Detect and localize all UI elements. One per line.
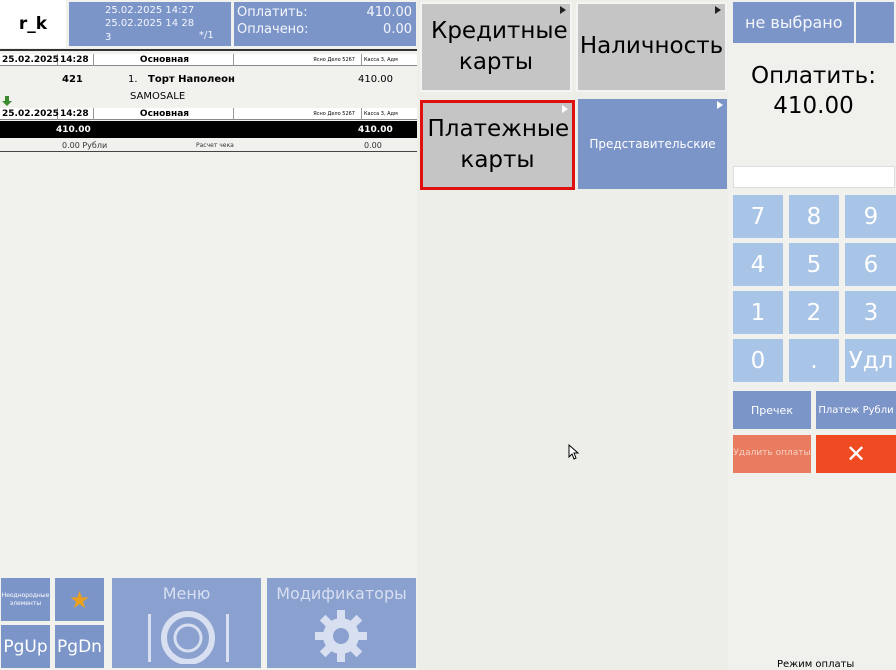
block-meta: Ясно Дело 5267: [234, 107, 362, 120]
gear-icon: [313, 608, 369, 668]
submenu-arrow-icon: [715, 6, 721, 14]
favorites-button[interactable]: ★: [55, 578, 104, 621]
menu-button[interactable]: Меню: [112, 578, 261, 668]
payment-cards-label: Платежные карты: [427, 115, 570, 173]
block-meta2: Касса 3, Адм: [364, 110, 398, 117]
guest-count: 3: [105, 32, 112, 43]
total-right: 410.00: [358, 124, 393, 135]
order-block-header: 25.02.2025 14:28 Основная Ясно Дело 5267…: [0, 53, 417, 66]
item-name: Торт Наполеон: [148, 73, 235, 85]
modifiers-button[interactable]: Модификаторы: [267, 578, 416, 668]
delete-payments-button[interactable]: Удалить оплаты: [733, 435, 811, 473]
pgup-button[interactable]: PgUp: [1, 625, 50, 668]
pgdn-button[interactable]: PgDn: [55, 625, 104, 668]
numpad-key[interactable]: 3: [845, 291, 896, 334]
calc-right: 0.00: [364, 141, 382, 150]
star-icon: ★: [68, 585, 91, 614]
paid-value: 0.00: [383, 22, 412, 37]
block-date: 25.02.2025: [2, 53, 59, 66]
block-time: 14:28: [58, 53, 94, 66]
calc-row: 0.00 Рубли Расчет чека 0.00: [0, 140, 417, 152]
open-time: 25.02.2025 14:27: [105, 5, 195, 16]
submenu-arrow-icon: [560, 6, 566, 14]
right-pay-box: Оплатить: 410.00: [733, 62, 894, 122]
order-info-box: 25.02.2025 14:27 25.02.2025 14 28 3 */1: [69, 2, 231, 46]
right-pay-amount: 410.00: [773, 92, 854, 119]
menu-label: Меню: [162, 584, 211, 603]
order-total-row: 410.00 410.00: [0, 121, 417, 138]
item-price: 410.00: [358, 73, 393, 85]
submenu-arrow-icon: [562, 105, 568, 113]
calc-left: 0.00 Рубли: [62, 141, 108, 150]
pay-value: 410.00: [366, 5, 413, 20]
cursor-icon: [568, 443, 580, 464]
item-modifier: SAMOSALE: [130, 91, 186, 102]
right-pay-label: Оплатить:: [751, 63, 876, 89]
precheck-button[interactable]: Пречек: [733, 391, 811, 429]
cash-button[interactable]: Наличность: [576, 2, 727, 92]
mode-label: Режим оплаты: [777, 659, 855, 670]
payment-cards-button[interactable]: Платежные карты: [420, 100, 575, 190]
representative-button[interactable]: Представительские: [578, 99, 727, 189]
guest-button[interactable]: Неоднородные элементы: [1, 578, 50, 621]
order-block-header: 25.02.2025 14:28 Основная Ясно Дело 5267…: [0, 107, 417, 120]
numpad-key[interactable]: 8: [789, 195, 839, 238]
table-number: */1: [199, 30, 214, 41]
order-panel: [0, 0, 417, 670]
calc-label: Расчет чека: [196, 142, 234, 149]
numpad-key[interactable]: 7: [733, 195, 783, 238]
numpad-key[interactable]: 2: [789, 291, 839, 334]
block-time: 14:28: [58, 107, 94, 120]
paid-label: Оплачено:: [237, 22, 309, 37]
numpad-key[interactable]: 5: [789, 243, 839, 286]
submenu-arrow-icon: [717, 101, 723, 109]
block-type: Основная: [94, 53, 234, 66]
payment-selector[interactable]: не выбрано: [733, 2, 854, 43]
credit-cards-label: Кредитные карты: [431, 17, 568, 75]
close-icon[interactable]: ✕: [816, 435, 896, 473]
divider: [0, 49, 417, 51]
arrow-down-icon: [2, 91, 12, 106]
numpad-key[interactable]: 9: [845, 195, 896, 238]
cash-label: Наличность: [579, 33, 724, 60]
numpad-key[interactable]: 0: [733, 339, 783, 382]
representative-label: Представительские: [589, 137, 716, 151]
payment-rub-button[interactable]: Платеж Рубли: [816, 391, 896, 429]
numpad-key[interactable]: Удл: [845, 339, 896, 382]
block-type: Основная: [94, 107, 234, 120]
user-name: r_k: [0, 0, 66, 48]
block-meta2: Касса 3, Адм: [364, 56, 398, 63]
item-index: 1.: [128, 73, 138, 85]
pay-label: Оплатить:: [237, 5, 308, 20]
numpad-key[interactable]: 6: [845, 243, 896, 286]
credit-cards-button[interactable]: Кредитные карты: [420, 2, 572, 92]
modifiers-label: Модификаторы: [276, 584, 407, 603]
order-item[interactable]: 421 1. Торт Наполеон 410.00: [0, 72, 417, 86]
item-code: 421: [62, 73, 83, 85]
block-meta: Ясно Дело 5267: [234, 53, 362, 66]
payment-selector-extra[interactable]: [856, 2, 894, 43]
numpad: 7 8 9 4 5 6 1 2 3 0. Удл: [733, 195, 896, 382]
order-sum-box: Оплатить: 410.00 Оплачено: 0.00: [234, 2, 416, 46]
amount-input[interactable]: [733, 166, 895, 188]
plate-icon: [142, 608, 234, 668]
numpad-key[interactable]: 4: [733, 243, 783, 286]
current-time: 25.02.2025 14 28: [105, 18, 195, 29]
numpad-key[interactable]: 1: [733, 291, 783, 334]
total-left: 410.00: [56, 124, 91, 135]
numpad-key[interactable]: .: [789, 339, 839, 382]
block-date: 25.02.2025: [2, 107, 59, 120]
